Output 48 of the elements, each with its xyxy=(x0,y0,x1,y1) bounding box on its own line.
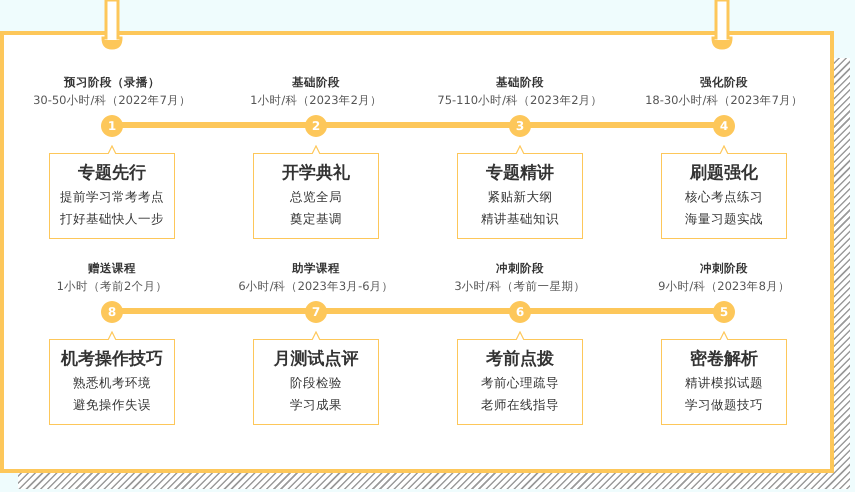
stage-title: 基础阶段 xyxy=(496,74,544,91)
callout-heading: 刷题强化 xyxy=(690,162,758,185)
callout-text: 老师在线指导 xyxy=(481,396,559,414)
callout-text: 总览全局 xyxy=(290,188,342,206)
stage-title: 基础阶段 xyxy=(292,74,340,91)
callout-heading: 密卷解析 xyxy=(690,348,758,371)
callout-heading: 专题精讲 xyxy=(486,162,554,185)
callout-heading: 月测试点评 xyxy=(274,348,358,371)
stage-title: 赠送课程 xyxy=(88,260,136,277)
stage-title: 冲刺阶段 xyxy=(700,260,748,277)
callout-text: 海量习题实战 xyxy=(685,210,763,228)
callout-text: 紧贴新大纲 xyxy=(488,188,552,206)
callout-text: 学习成果 xyxy=(290,396,342,414)
stage-title: 助学课程 xyxy=(292,260,340,277)
step-number: 8 xyxy=(101,301,123,323)
callout-text: 核心考点练习 xyxy=(685,188,763,206)
stage-hours: 18-30小时/科（2023年7月） xyxy=(645,92,803,109)
callout-heading: 开学典礼 xyxy=(282,162,350,185)
callout-heading: 机考操作技巧 xyxy=(61,348,163,371)
stage-hours: 9小时/科（2023年8月） xyxy=(658,278,790,295)
step-number: 7 xyxy=(305,301,327,323)
callout-text: 阶段检验 xyxy=(290,374,342,392)
callout-text: 避免操作失误 xyxy=(73,396,151,414)
callout-text: 提前学习常考考点 xyxy=(60,188,164,206)
stage-title: 强化阶段 xyxy=(700,74,748,91)
callout-text: 考前心理疏导 xyxy=(481,374,559,392)
step-number: 2 xyxy=(305,115,327,137)
step-number: 3 xyxy=(509,115,531,137)
callout-text: 打好基础快人一步 xyxy=(60,210,164,228)
callout-heading: 专题先行 xyxy=(78,162,146,185)
stage-hours: 1小时/科（2023年2月） xyxy=(250,92,382,109)
stage-hours: 3小时/科（考前一星期） xyxy=(454,278,586,295)
stage-hours: 30-50小时/科（2022年7月） xyxy=(33,92,191,109)
stage-hours: 6小时/科（2023年3月-6月） xyxy=(238,278,394,295)
stage-hours: 75-110小时/科（2023年2月） xyxy=(437,92,603,109)
callout-text: 学习做题技巧 xyxy=(685,396,763,414)
callout-text: 熟悉机考环境 xyxy=(73,374,151,392)
step-number: 5 xyxy=(713,301,735,323)
stage-hours: 1小时（考前2个月） xyxy=(56,278,168,295)
callout-text: 奠定基调 xyxy=(290,210,342,228)
callout-text: 精讲模拟试题 xyxy=(685,374,763,392)
stage-title: 冲刺阶段 xyxy=(496,260,544,277)
step-number: 6 xyxy=(509,301,531,323)
step-number: 4 xyxy=(713,115,735,137)
step-number: 1 xyxy=(101,115,123,137)
callout-text: 精讲基础知识 xyxy=(481,210,559,228)
callout-heading: 考前点拨 xyxy=(486,348,554,371)
stage-title: 预习阶段（录播） xyxy=(64,74,160,91)
